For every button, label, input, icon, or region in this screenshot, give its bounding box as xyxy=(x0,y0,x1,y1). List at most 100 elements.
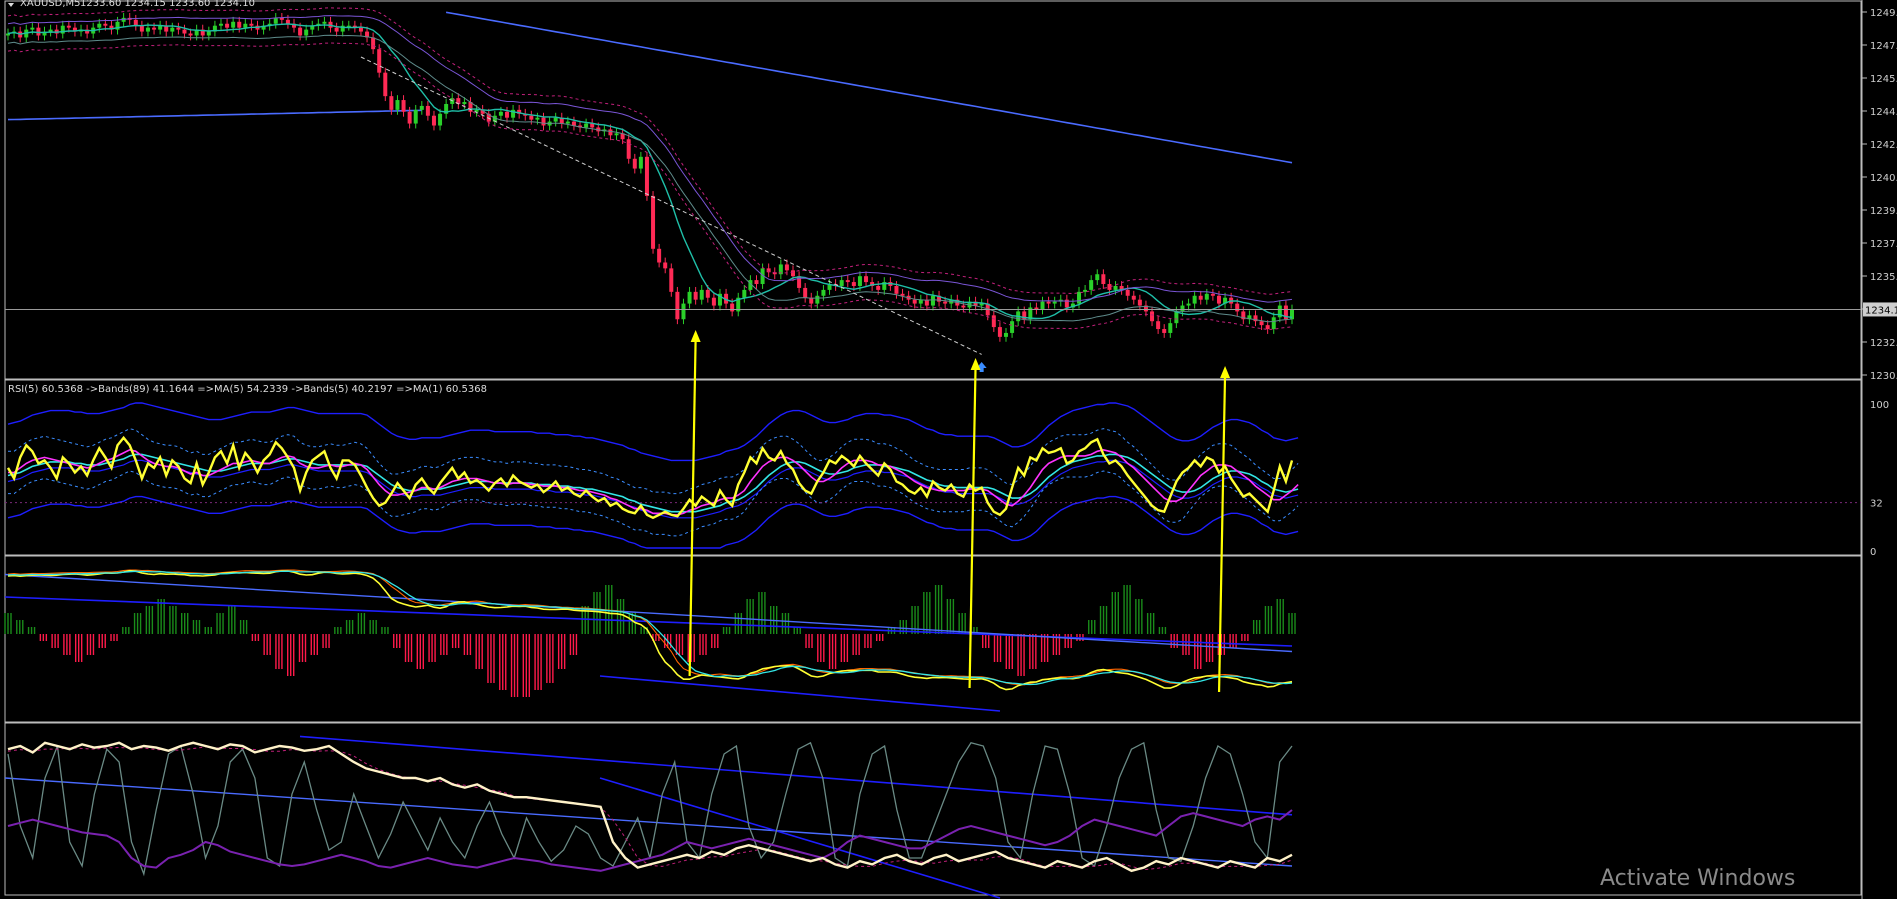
bull-candle xyxy=(1192,295,1197,304)
bear-candle xyxy=(900,293,905,296)
price-tick-label: 1247.6 xyxy=(1870,41,1897,52)
bull-candle xyxy=(815,295,820,304)
bear-candle xyxy=(139,25,144,32)
bear-candle xyxy=(711,297,716,306)
bear-candle xyxy=(1216,295,1221,304)
bear-candle xyxy=(644,156,649,196)
bear-candle xyxy=(626,139,631,159)
price-tick-label: 1240.9 xyxy=(1870,173,1897,184)
bear-candle xyxy=(176,27,181,30)
bull-candle xyxy=(97,23,102,28)
ohlc-readout: 1233.60 1234.15 1233.60 1234.10 xyxy=(80,0,255,9)
bear-candle xyxy=(1150,311,1155,322)
bear-candle xyxy=(632,158,637,169)
symbol-label: XAUUSD,M5 xyxy=(20,0,81,9)
bull-candle xyxy=(322,21,327,24)
bear-candle xyxy=(864,276,869,283)
bear-candle xyxy=(608,129,613,136)
bear-candle xyxy=(1265,325,1270,330)
price-tick-label: 1237.5 xyxy=(1870,239,1897,250)
rsi-panel-label: RSI(5) 60.5368 ->Bands(89) 41.1644 =>MA(… xyxy=(8,384,487,395)
bear-candle xyxy=(1156,321,1161,330)
bear-candle xyxy=(1162,329,1167,333)
bull-candle xyxy=(48,29,53,32)
bear-candle xyxy=(876,285,881,290)
bull-candle xyxy=(395,100,400,110)
price-axis-labels: 1249.3 1247.6 1245.9 1244.2 1242.6 1240.9 1239… xyxy=(1862,8,1897,382)
price-tick-label: 1239.2 xyxy=(1870,206,1897,217)
bull-candle xyxy=(30,27,35,30)
bear-candle xyxy=(1125,289,1130,296)
bull-candle xyxy=(687,291,692,304)
bear-candle xyxy=(657,248,662,263)
bull-candle xyxy=(565,121,570,124)
bear-candle xyxy=(991,315,996,328)
bull-candle xyxy=(839,280,844,286)
bear-candle xyxy=(754,280,759,285)
bear-candle xyxy=(663,262,668,269)
bear-candle xyxy=(845,280,850,283)
bear-candle xyxy=(912,299,917,304)
bull-candle xyxy=(1168,323,1173,333)
bear-candle xyxy=(66,25,71,28)
bear-candle xyxy=(383,72,388,97)
bear-candle xyxy=(803,287,808,298)
bull-candle xyxy=(419,105,424,110)
bear-candle xyxy=(651,195,656,249)
bear-candle xyxy=(371,37,376,50)
bull-candle xyxy=(243,23,248,28)
bull-candle xyxy=(553,117,558,122)
bear-candle xyxy=(334,27,339,32)
bear-candle xyxy=(425,105,430,116)
bear-candle xyxy=(249,23,254,26)
bear-candle xyxy=(997,327,1002,337)
rsi-tick-label: 0 xyxy=(1870,547,1876,558)
activate-windows-title: Activate Windows xyxy=(1600,866,1795,891)
bull-candle xyxy=(1095,274,1100,281)
rsi-tick-label: 100 xyxy=(1870,400,1889,411)
bear-candle xyxy=(791,270,796,277)
bull-candle xyxy=(438,113,443,126)
bear-candle xyxy=(693,291,698,300)
price-tick-label: 1249.3 xyxy=(1870,8,1897,19)
bull-candle xyxy=(1077,291,1082,304)
bull-candle xyxy=(1204,293,1209,300)
bear-candle xyxy=(504,111,509,118)
bull-candle xyxy=(614,133,619,136)
bull-candle xyxy=(1089,280,1094,290)
bear-candle xyxy=(1101,274,1106,285)
bull-candle xyxy=(231,21,236,28)
current-price-label: 1234.1 xyxy=(1865,305,1897,316)
bear-candle xyxy=(730,303,735,312)
price-tick-label: 1242.6 xyxy=(1870,140,1897,151)
bull-candle xyxy=(1040,301,1045,310)
oscillator-panel-frame xyxy=(4,722,1862,896)
bull-candle xyxy=(1174,311,1179,324)
trading-chart[interactable]: 100320 1249.31247.61245.91244.21242.6124… xyxy=(0,0,1897,899)
bull-candle xyxy=(206,31,211,36)
histogram-panel-frame xyxy=(4,555,1862,723)
bear-candle xyxy=(285,19,290,24)
rsi-tick-label: 32 xyxy=(1870,499,1883,510)
bear-candle xyxy=(784,264,789,271)
bull-candle xyxy=(1180,305,1185,312)
bull-candle xyxy=(821,289,826,296)
bear-candle xyxy=(237,21,242,28)
bull-candle xyxy=(535,117,540,120)
price-panel-frame xyxy=(4,0,1862,380)
bear-candle xyxy=(529,115,534,120)
bull-candle xyxy=(638,156,643,169)
bear-candle xyxy=(377,49,382,73)
bear-candle xyxy=(675,291,680,320)
bull-candle xyxy=(273,17,278,24)
bear-candle xyxy=(1210,293,1215,296)
bear-candle xyxy=(431,115,436,126)
bear-candle xyxy=(961,305,966,308)
bull-candle xyxy=(1113,285,1118,290)
bear-candle xyxy=(1235,303,1240,312)
bear-candle xyxy=(225,23,230,28)
bull-candle xyxy=(145,27,150,32)
bull-candle xyxy=(218,23,223,26)
bear-candle xyxy=(358,27,363,32)
bear-candle xyxy=(182,29,187,34)
